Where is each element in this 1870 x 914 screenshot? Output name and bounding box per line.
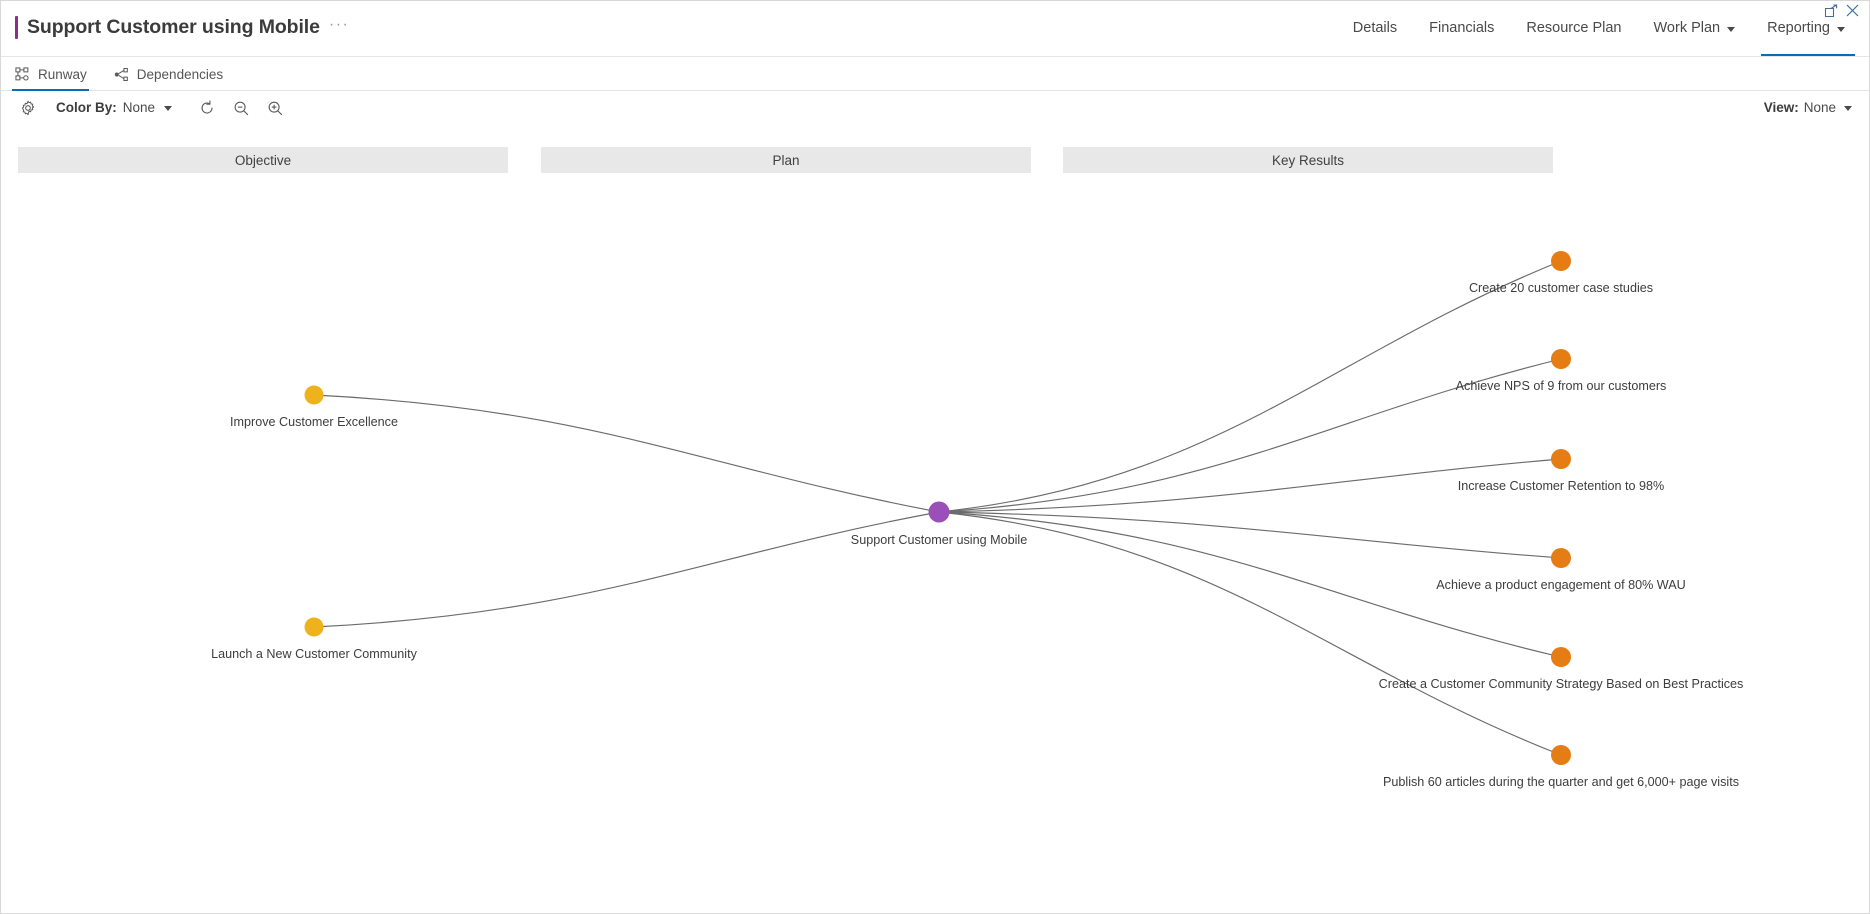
chevron-down-icon [164, 106, 173, 111]
color-by-selector[interactable]: Color By: None [56, 100, 173, 115]
sub-tab-bar: Runway Dependencies [1, 57, 1869, 91]
nav-item-details[interactable]: Details [1337, 17, 1413, 56]
graph-node-key_result[interactable] [1551, 647, 1571, 667]
close-window-icon[interactable] [1846, 4, 1861, 19]
graph-node-key_result[interactable] [1551, 745, 1571, 765]
column-headers: Objective Plan Key Results [1, 147, 1869, 173]
color-by-value: None [122, 100, 156, 115]
color-by-label: Color By: [56, 100, 117, 115]
nav-item-label: Reporting [1767, 20, 1830, 36]
app-window: Support Customer using Mobile ··· Detail… [0, 0, 1870, 914]
tab-runway[interactable]: Runway [1, 57, 100, 91]
graph-edge [938, 511, 1562, 756]
top-navigation: Details Financials Resource Plan Work Plan R… [1337, 17, 1861, 57]
runway-graph-canvas[interactable]: Improve Customer Excellence Launch a New … [1, 181, 1869, 913]
graph-edge [938, 511, 1562, 658]
graph-node-objective[interactable] [304, 385, 324, 405]
tab-runway-label: Runway [38, 66, 87, 82]
zoom-out-icon[interactable] [228, 95, 254, 121]
nav-item-label: Resource Plan [1526, 20, 1622, 36]
graph-node-objective[interactable] [304, 617, 324, 637]
graph-edge [938, 260, 1562, 513]
view-label: View: [1763, 100, 1799, 115]
tab-dependencies[interactable]: Dependencies [100, 57, 236, 91]
refresh-icon[interactable] [194, 95, 220, 121]
graph-node-key_result[interactable] [1551, 251, 1571, 271]
window-controls [1824, 4, 1861, 19]
view-selector[interactable]: View: None [1764, 100, 1852, 115]
column-header-plan: Plan [541, 147, 1031, 173]
graph-node-key_result[interactable] [1551, 349, 1571, 369]
nav-item-label: Details [1352, 20, 1398, 36]
graph-node-plan[interactable] [928, 501, 950, 523]
nav-item-work-plan[interactable]: Work Plan [1638, 17, 1752, 56]
graph-edges-layer [304, 251, 1571, 765]
zoom-in-icon[interactable] [262, 95, 288, 121]
page-title-wrap: Support Customer using Mobile ··· [15, 16, 349, 39]
graph-node-key_result[interactable] [1551, 449, 1571, 469]
title-more-options-icon[interactable]: ··· [329, 17, 349, 35]
title-accent-bar [15, 16, 18, 39]
page-header: Support Customer using Mobile ··· Detail… [1, 1, 1869, 57]
chevron-down-icon [1727, 26, 1736, 32]
graph-node-key_result[interactable] [1551, 548, 1571, 568]
dependencies-network-icon [114, 67, 129, 82]
nav-item-reporting[interactable]: Reporting [1751, 17, 1861, 56]
graph-toolbar: Color By: None View: None [1, 91, 1869, 124]
graph-edge [938, 511, 1562, 559]
tab-dependencies-label: Dependencies [136, 66, 224, 82]
nav-item-label: Work Plan [1653, 20, 1721, 36]
graph-edge [313, 511, 940, 628]
gear-icon[interactable] [15, 95, 41, 121]
graph-edge [938, 458, 1562, 513]
page-title: Support Customer using Mobile [27, 16, 320, 38]
chevron-down-icon [1837, 26, 1845, 32]
nav-item-resource-plan[interactable]: Resource Plan [1510, 17, 1637, 56]
runway-diagram-icon [15, 66, 30, 82]
restore-window-icon[interactable] [1824, 4, 1839, 19]
nav-item-label: Financials [1429, 20, 1495, 36]
nav-item-financials[interactable]: Financials [1413, 17, 1510, 56]
graph-edge [313, 394, 940, 513]
column-header-objective: Objective [18, 147, 508, 173]
chevron-down-icon [1844, 106, 1852, 111]
view-value: None [1803, 100, 1836, 115]
graph-edge [938, 358, 1562, 513]
column-header-key-results: Key Results [1063, 147, 1553, 173]
